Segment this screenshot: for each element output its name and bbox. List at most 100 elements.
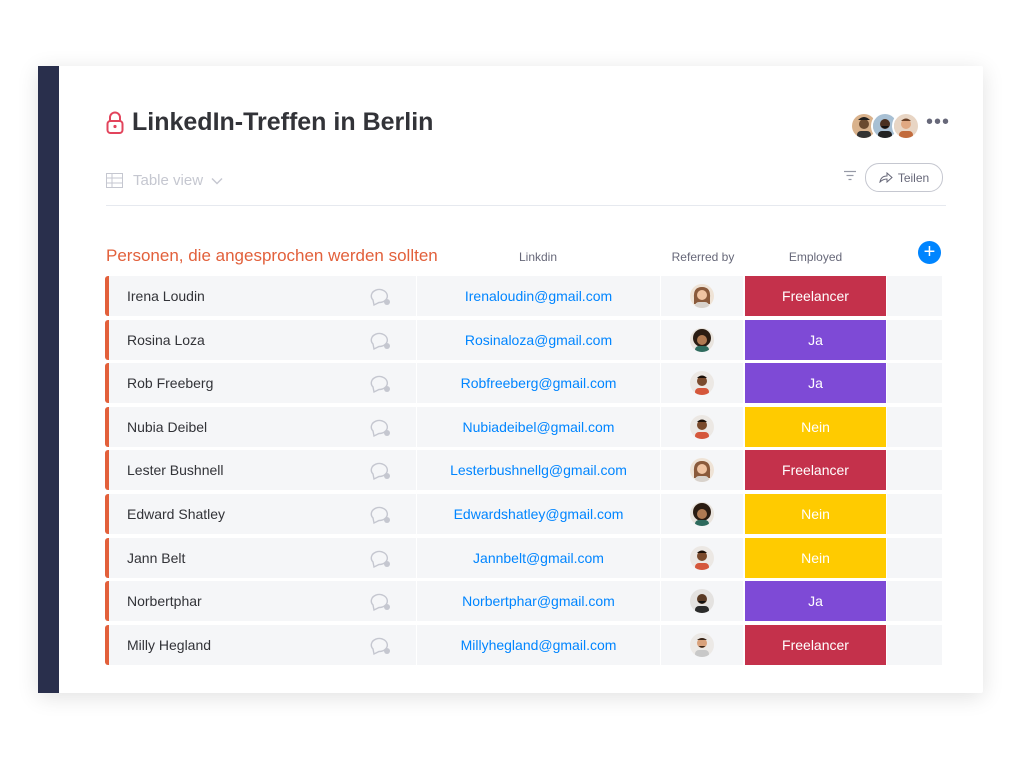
email-link[interactable]: Lesterbushnellg@gmail.com: [417, 462, 660, 478]
linkdin-cell[interactable]: Norbertphar@gmail.com: [417, 581, 660, 622]
linkdin-cell[interactable]: Lesterbushnellg@gmail.com: [417, 450, 660, 491]
woman-curly-icon[interactable]: [690, 327, 714, 352]
chat-bubble-icon[interactable]: [370, 636, 392, 661]
referred-by-cell[interactable]: [661, 276, 743, 316]
group-title[interactable]: Personen, die angesprochen werden sollte…: [106, 246, 438, 266]
referred-by-cell[interactable]: [661, 624, 743, 665]
table-row[interactable]: Nubia Deibel Nubiadeibel@gmail.com Nein: [105, 406, 942, 447]
email-link[interactable]: Millyhegland@gmail.com: [417, 637, 660, 653]
referred-by-cell[interactable]: [661, 406, 743, 447]
email-link[interactable]: Rosinaloza@gmail.com: [417, 332, 660, 348]
referred-by-cell[interactable]: [661, 537, 743, 578]
view-selector[interactable]: Table view: [106, 172, 233, 189]
man-dark-icon[interactable]: [690, 414, 714, 439]
referred-by-cell[interactable]: [661, 581, 743, 622]
chat-bubble-icon[interactable]: [370, 461, 392, 486]
status-label[interactable]: Ja: [745, 581, 886, 622]
email-link[interactable]: Irenaloudin@gmail.com: [417, 288, 660, 304]
referred-by-cell[interactable]: [661, 363, 743, 404]
man-glasses-icon[interactable]: [690, 632, 714, 657]
email-link[interactable]: Nubiadeibel@gmail.com: [417, 419, 660, 435]
referred-by-cell[interactable]: [661, 450, 743, 491]
table-row[interactable]: Rosina Loza Rosinaloza@gmail.com Ja: [105, 319, 942, 360]
employed-cell[interactable]: Nein: [745, 537, 886, 578]
employed-cell[interactable]: Freelancer: [745, 276, 886, 316]
linkdin-cell[interactable]: Millyhegland@gmail.com: [417, 624, 660, 665]
email-link[interactable]: Norbertphar@gmail.com: [417, 593, 660, 609]
table-row[interactable]: Norbertphar Norbertphar@gmail.com Ja: [105, 581, 942, 622]
employed-cell[interactable]: Freelancer: [745, 450, 886, 491]
chat-bubble-icon[interactable]: [370, 287, 392, 312]
item-name-cell[interactable]: Jann Belt: [105, 537, 359, 578]
chat-bubble-icon[interactable]: [370, 592, 392, 617]
column-header-employed[interactable]: Employed: [745, 250, 886, 264]
updates-cell[interactable]: [356, 319, 416, 360]
item-name-cell[interactable]: Norbertphar: [105, 581, 359, 622]
column-header-referred-by[interactable]: Referred by: [653, 250, 753, 264]
employed-cell[interactable]: Freelancer: [745, 624, 886, 665]
share-button[interactable]: Teilen: [865, 163, 943, 192]
linkdin-cell[interactable]: Rosinaloza@gmail.com: [417, 319, 660, 360]
email-link[interactable]: Jannbelt@gmail.com: [417, 550, 660, 566]
woman-curly-icon[interactable]: [690, 501, 714, 526]
chat-bubble-icon[interactable]: [370, 418, 392, 443]
updates-cell[interactable]: [356, 581, 416, 622]
status-label[interactable]: Freelancer: [745, 624, 886, 665]
man-dark-icon[interactable]: [690, 371, 714, 396]
referred-by-cell[interactable]: [661, 319, 743, 360]
filter-icon[interactable]: [843, 170, 857, 181]
woman-light-icon[interactable]: [690, 458, 714, 483]
table-row[interactable]: Milly Hegland Millyhegland@gmail.com Freel…: [105, 624, 942, 665]
status-label[interactable]: Freelancer: [745, 450, 886, 491]
status-label[interactable]: Freelancer: [745, 276, 886, 316]
woman-light-icon[interactable]: [690, 284, 714, 308]
updates-cell[interactable]: [356, 537, 416, 578]
item-name-cell[interactable]: Milly Hegland: [105, 624, 359, 665]
email-link[interactable]: Robfreeberg@gmail.com: [417, 375, 660, 391]
table-row[interactable]: Edward Shatley Edwardshatley@gmail.com Nei…: [105, 493, 942, 534]
updates-cell[interactable]: [356, 276, 416, 316]
table-row[interactable]: Irena Loudin Irenaloudin@gmail.com Freelan…: [105, 276, 942, 316]
status-label[interactable]: Nein: [745, 406, 886, 447]
add-column-button[interactable]: +: [918, 241, 941, 264]
employed-cell[interactable]: Nein: [745, 493, 886, 534]
member-avatar[interactable]: [892, 112, 920, 140]
chat-bubble-icon[interactable]: [370, 331, 392, 356]
updates-cell[interactable]: [356, 493, 416, 534]
linkdin-cell[interactable]: Edwardshatley@gmail.com: [417, 493, 660, 534]
man-dark-icon[interactable]: [690, 545, 714, 570]
item-name-cell[interactable]: Edward Shatley: [105, 493, 359, 534]
updates-cell[interactable]: [356, 406, 416, 447]
employed-cell[interactable]: Ja: [745, 363, 886, 404]
linkdin-cell[interactable]: Jannbelt@gmail.com: [417, 537, 660, 578]
status-label[interactable]: Ja: [745, 363, 886, 404]
email-link[interactable]: Edwardshatley@gmail.com: [417, 506, 660, 522]
referred-by-cell[interactable]: [661, 493, 743, 534]
status-label[interactable]: Nein: [745, 537, 886, 578]
table-row[interactable]: Lester Bushnell Lesterbushnellg@gmail.com…: [105, 450, 942, 491]
status-label[interactable]: Nein: [745, 493, 886, 534]
linkdin-cell[interactable]: Nubiadeibel@gmail.com: [417, 406, 660, 447]
linkdin-cell[interactable]: Irenaloudin@gmail.com: [417, 276, 660, 316]
updates-cell[interactable]: [356, 450, 416, 491]
item-name-cell[interactable]: Lester Bushnell: [105, 450, 359, 491]
chat-bubble-icon[interactable]: [370, 374, 392, 399]
item-name-cell[interactable]: Irena Loudin: [105, 276, 359, 316]
column-header-linkdin[interactable]: Linkdin: [478, 250, 598, 264]
updates-cell[interactable]: [356, 624, 416, 665]
employed-cell[interactable]: Ja: [745, 581, 886, 622]
chat-bubble-icon[interactable]: [370, 549, 392, 574]
members-avatars[interactable]: [850, 112, 920, 140]
status-label[interactable]: Ja: [745, 319, 886, 360]
item-name-cell[interactable]: Rob Freeberg: [105, 363, 359, 404]
chat-bubble-icon[interactable]: [370, 505, 392, 530]
man-beard-icon[interactable]: [690, 589, 714, 614]
employed-cell[interactable]: Ja: [745, 319, 886, 360]
table-row[interactable]: Jann Belt Jannbelt@gmail.com Nein: [105, 537, 942, 578]
item-name-cell[interactable]: Nubia Deibel: [105, 406, 359, 447]
table-row[interactable]: Rob Freeberg Robfreeberg@gmail.com Ja: [105, 363, 942, 404]
more-options-button[interactable]: •••: [926, 112, 950, 132]
item-name-cell[interactable]: Rosina Loza: [105, 319, 359, 360]
linkdin-cell[interactable]: Robfreeberg@gmail.com: [417, 363, 660, 404]
updates-cell[interactable]: [356, 363, 416, 404]
